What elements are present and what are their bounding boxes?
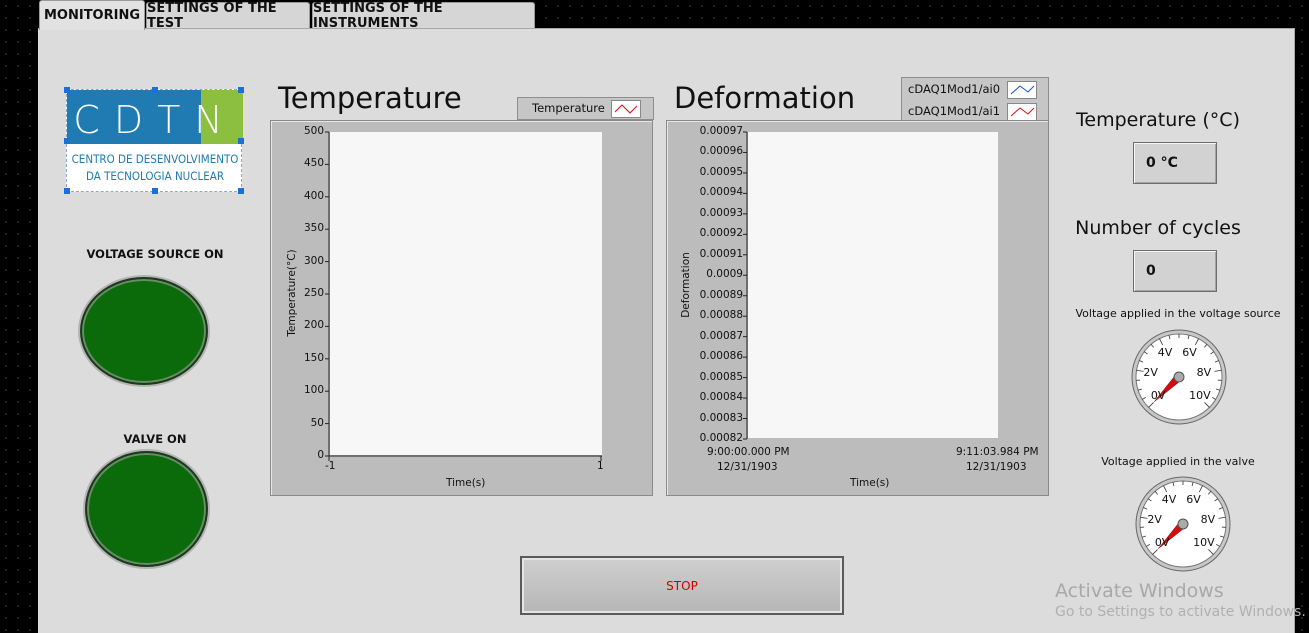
- valve-gauge-label: Voltage applied in the valve: [1068, 455, 1288, 468]
- y-tick-label: 0.00093: [700, 207, 743, 219]
- temperature-graph[interactable]: 500450400350300250200150100500 -1 1 Time…: [270, 120, 653, 496]
- tab-settings-of-the-test[interactable]: SETTINGS OF THE TEST: [146, 2, 310, 28]
- selection-handle[interactable]: [64, 138, 70, 144]
- selection-handle[interactable]: [152, 87, 158, 93]
- activate-windows-title: Activate Windows: [1055, 580, 1224, 602]
- legend-label: cDAQ1Mod1/ai0: [908, 82, 1000, 96]
- deformation-graph[interactable]: 0.00097 0.00096 0.00095 0.00094 0.00093 0.000…: [666, 120, 1049, 496]
- y-tick-label: 0.00087: [700, 330, 743, 342]
- y-tick-label: 300: [304, 255, 324, 267]
- selection-handle[interactable]: [238, 138, 244, 144]
- y-tick-label: 0.00083: [700, 412, 743, 424]
- temperature-indicator: 0 °C: [1133, 142, 1217, 184]
- x-start-date: 12/31/1903: [717, 461, 778, 473]
- gauge-tick-label: 4V: [1158, 346, 1173, 359]
- selection-handle[interactable]: [152, 188, 158, 194]
- stop-button[interactable]: STOP: [520, 556, 844, 615]
- tab-settings-of-the-instruments[interactable]: SETTINGS OF THE INSTRUMENTS: [312, 2, 535, 28]
- gauge-tick-label: 0V: [1151, 389, 1166, 402]
- temperature-indicator-label: Temperature (°C): [1068, 109, 1248, 131]
- deformation-x-axis-label: Time(s): [850, 477, 889, 489]
- y-tick-label: 0.00086: [700, 350, 743, 362]
- gauge-tick-label: 8V: [1197, 366, 1212, 379]
- gauge-tick-label: 2V: [1147, 513, 1162, 526]
- y-tick-label: 0.00082: [700, 432, 743, 444]
- selection-handle[interactable]: [238, 87, 244, 93]
- deformation-legend[interactable]: cDAQ1Mod1/ai0 cDAQ1Mod1/ai1: [901, 77, 1049, 125]
- legend-label: cDAQ1Mod1/ai1: [908, 104, 1000, 118]
- y-tick-label: 0.00094: [700, 186, 743, 198]
- y-tick-label: 450: [304, 157, 324, 169]
- temperature-x-axis-label: Time(s): [446, 477, 485, 489]
- cdtn-logo: CDTN CENTRO DE DESENVOLVIMENTO DA TECNOL…: [66, 89, 242, 192]
- temperature-legend[interactable]: Temperature: [517, 97, 654, 120]
- x-end-time: 9:11:03.984 PM: [956, 446, 1039, 458]
- cycles-indicator: 0: [1133, 250, 1217, 292]
- gauge-tick-label: 4V: [1162, 493, 1177, 506]
- x-end-date: 12/31/1903: [966, 461, 1027, 473]
- gauge-tick-label: 2V: [1143, 366, 1158, 379]
- voltage-source-led[interactable]: [80, 277, 208, 385]
- deformation-y-axis-label: Deformation: [680, 250, 692, 320]
- gauge-tick-label: 8V: [1201, 513, 1216, 526]
- valve-gauge: 0V 2V4V 6V8V 10V: [1134, 475, 1232, 578]
- y-tick-label: 0.00091: [700, 248, 743, 260]
- legend-label: Temperature: [532, 101, 605, 115]
- y-tick-label: 0.00096: [700, 145, 743, 157]
- y-tick-label: 0.00085: [700, 371, 743, 383]
- cycles-indicator-label: Number of cycles: [1068, 217, 1248, 239]
- gauge-tick-label: 6V: [1182, 346, 1197, 359]
- y-tick-label: 0: [317, 449, 324, 461]
- gauge-tick-label: 0V: [1155, 536, 1170, 549]
- deformation-graph-title: Deformation: [674, 81, 855, 115]
- y-tick-label: 100: [304, 384, 324, 396]
- y-tick-label: 0.00089: [700, 289, 743, 301]
- selection-handle[interactable]: [238, 188, 244, 194]
- y-tick-label: 250: [304, 287, 324, 299]
- y-tick-label: 0.00084: [700, 391, 743, 403]
- legend-plot-icon[interactable]: [1007, 81, 1037, 99]
- y-tick-label: 0.00095: [700, 166, 743, 178]
- gauge-tick-label: 10V: [1189, 389, 1211, 402]
- legend-plot-icon[interactable]: [1007, 103, 1037, 121]
- voltage-source-gauge-label: Voltage applied in the voltage source: [1068, 307, 1288, 320]
- gauge-tick-label: 6V: [1186, 493, 1201, 506]
- voltage-source-led-label: VOLTAGE SOURCE ON: [78, 247, 232, 261]
- y-tick-label: 500: [304, 125, 324, 137]
- logo-subtitle-line2: DA TECNOLOGIA NUCLEAR: [67, 169, 243, 183]
- logo-subtitle-line1: CENTRO DE DESENVOLVIMENTO: [67, 152, 243, 166]
- y-tick-label: 350: [304, 222, 324, 234]
- y-tick-label: 0.00097: [700, 125, 743, 137]
- y-tick-label: 0.0009: [706, 268, 743, 280]
- valve-led-label: VALVE ON: [78, 432, 232, 446]
- selection-handle[interactable]: [64, 188, 70, 194]
- y-tick-label: 0.00092: [700, 227, 743, 239]
- selection-handle[interactable]: [64, 87, 70, 93]
- legend-plot-icon[interactable]: [611, 100, 641, 118]
- tab-monitoring[interactable]: MONITORING: [39, 0, 145, 30]
- y-tick-label: 400: [304, 190, 324, 202]
- logo-text: CDTN: [67, 98, 243, 142]
- valve-led[interactable]: [85, 451, 208, 567]
- x-tick-label: 1: [597, 460, 604, 472]
- y-tick-label: 50: [311, 417, 324, 429]
- activate-windows-subtitle: Go to Settings to activate Windows.: [1055, 604, 1306, 620]
- y-tick-label: 150: [304, 352, 324, 364]
- y-tick-label: 0.00088: [700, 309, 743, 321]
- y-tick-label: 200: [304, 319, 324, 331]
- temperature-graph-title: Temperature: [278, 81, 462, 115]
- voltage-source-gauge: 0V 2V4V 6V8V 10V: [1130, 328, 1228, 431]
- gauge-tick-label: 10V: [1193, 536, 1215, 549]
- x-tick-label: -1: [325, 460, 335, 472]
- temperature-axes: [271, 121, 652, 495]
- x-start-time: 9:00:00.000 PM: [707, 446, 790, 458]
- monitoring-panel: CDTN CENTRO DE DESENVOLVIMENTO DA TECNOL…: [38, 28, 1295, 633]
- temperature-y-axis-label: Temperature(°C): [286, 248, 298, 338]
